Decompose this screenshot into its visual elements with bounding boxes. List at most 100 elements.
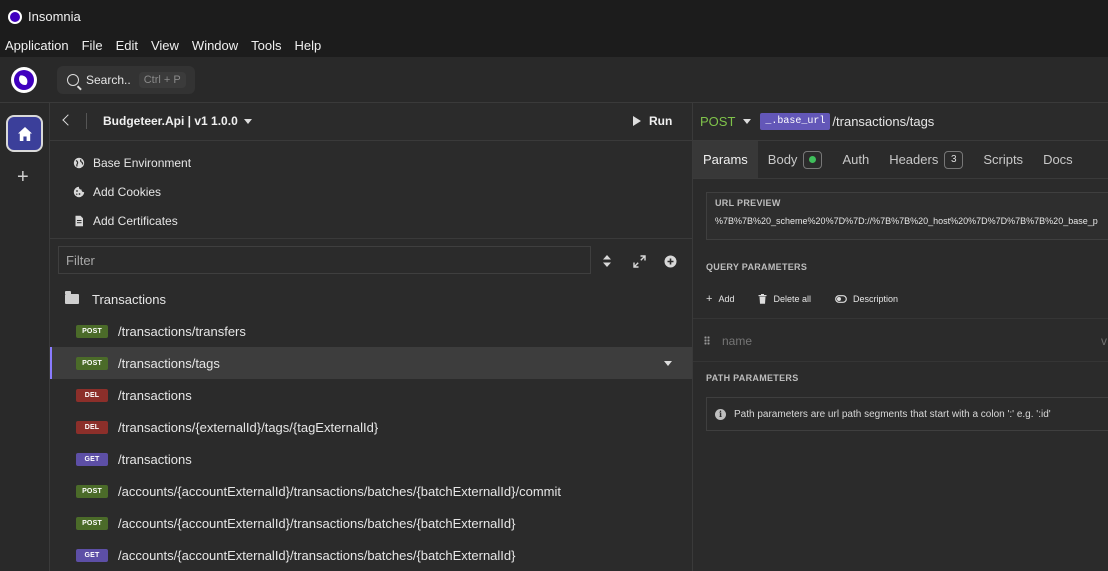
folder-transactions[interactable]: Transactions [50, 283, 692, 315]
tab-docs[interactable]: Docs [1033, 141, 1083, 178]
home-icon [17, 126, 32, 141]
folder-name: Transactions [92, 291, 166, 307]
request-panel: POST _.base_url /transactions/tags Param… [693, 103, 1108, 571]
method-badge: POST [76, 356, 108, 370]
sort-icon[interactable] [600, 254, 614, 268]
method-badge: POST [76, 516, 108, 530]
tab-body-label: Body [767, 152, 798, 167]
tab-body[interactable]: Body [758, 141, 833, 178]
query-params-label: QUERY PARAMETERS [706, 262, 808, 272]
search-shortcut: Ctrl + P [138, 72, 186, 88]
menu-view[interactable]: View [151, 38, 179, 53]
request-tree: Transactions POST /transactions/transfer… [50, 283, 692, 571]
home-button[interactable] [6, 115, 43, 152]
menu-edit[interactable]: Edit [116, 38, 138, 53]
param-name-input[interactable] [722, 334, 1022, 348]
cookie-icon [73, 186, 85, 198]
add-circle-icon[interactable] [663, 254, 677, 268]
request-item[interactable]: GET /accounts/{accountExternalId}/transa… [50, 539, 692, 571]
url-bar: POST _.base_url /transactions/tags [693, 103, 1108, 141]
drag-handle-icon[interactable] [704, 336, 710, 345]
tab-headers[interactable]: Headers 3 [879, 141, 973, 178]
search-button[interactable]: Search.. Ctrl + P [57, 66, 195, 94]
request-item[interactable]: DEL /transactions/{externalId}/tags/{tag… [50, 411, 692, 443]
base-environment-link[interactable]: Base Environment [50, 148, 692, 177]
tab-params[interactable]: Params [693, 141, 758, 178]
search-icon [67, 74, 79, 86]
divider [86, 113, 87, 129]
request-item[interactable]: POST /transactions/transfers [50, 315, 692, 347]
info-icon: i [715, 408, 726, 420]
sidebar-header: Budgeteer.Api | v1 1.0.0 Run [50, 103, 692, 141]
query-params-actions: + Add Delete all Description [706, 293, 922, 305]
url-preview-label: URL PREVIEW [715, 198, 781, 208]
request-item[interactable]: POST /accounts/{accountExternalId}/trans… [50, 507, 692, 539]
request-item-active[interactable]: POST /transactions/tags [50, 347, 692, 379]
param-value-input[interactable]: v [1101, 334, 1107, 348]
run-label: Run [649, 114, 673, 128]
chevron-down-icon[interactable] [664, 361, 672, 366]
filter-input[interactable] [58, 246, 591, 274]
url-preview-value: %7B%7B%20_scheme%20%7D%7D://%7B%7B%20_ho… [715, 216, 1098, 226]
menu-file[interactable]: File [82, 38, 103, 53]
plus-icon: + [706, 293, 713, 305]
description-label: Description [852, 294, 899, 304]
globe-icon [73, 157, 85, 169]
add-certificates-label: Add Certificates [93, 213, 178, 228]
add-param-button[interactable]: + Add [706, 293, 734, 305]
request-path: /transactions [118, 451, 192, 467]
filter-row [50, 239, 692, 283]
menu-application[interactable]: Application [5, 38, 69, 53]
url-preview: URL PREVIEW %7B%7B%20_scheme%20%7D%7D://… [706, 192, 1108, 240]
insomnia-logo-icon [8, 9, 22, 24]
window-title: Insomnia [28, 9, 81, 24]
method-badge: POST [76, 324, 108, 338]
insomnia-logo-icon[interactable] [11, 67, 37, 93]
description-toggle[interactable]: Description [835, 294, 898, 304]
tab-headers-label: Headers [889, 152, 939, 167]
body-status-badge [803, 150, 823, 169]
tab-scripts[interactable]: Scripts [973, 141, 1033, 178]
url-path[interactable]: /transactions/tags [832, 114, 934, 129]
run-button[interactable]: Run [633, 114, 672, 128]
add-certificates-link[interactable]: Add Certificates [50, 206, 692, 235]
search-placeholder: Search.. [86, 73, 131, 87]
request-path: /accounts/{accountExternalId}/transactio… [118, 515, 516, 531]
request-path: /accounts/{accountExternalId}/transactio… [118, 483, 561, 499]
project-selector[interactable]: Budgeteer.Api | v1 1.0.0 [103, 114, 252, 128]
delete-all-label: Delete all [773, 294, 811, 304]
trash-icon [758, 294, 767, 304]
certificate-icon [73, 215, 85, 227]
method-badge: DEL [76, 388, 108, 402]
headers-count-badge: 3 [944, 150, 964, 169]
method-badge: POST [76, 484, 108, 498]
base-environment-label: Base Environment [93, 155, 192, 170]
folder-icon [65, 291, 79, 304]
method-selector[interactable]: POST [700, 114, 735, 129]
chevron-down-icon[interactable] [743, 119, 752, 124]
menu-tools[interactable]: Tools [251, 38, 281, 53]
add-param-label: Add [718, 294, 735, 304]
menu-help[interactable]: Help [295, 38, 322, 53]
menu-window[interactable]: Window [192, 38, 238, 53]
delete-all-button[interactable]: Delete all [758, 294, 811, 304]
url-variable-tag[interactable]: _.base_url [760, 113, 831, 130]
sidebar: Budgeteer.Api | v1 1.0.0 Run Base Enviro… [50, 103, 693, 571]
method-badge: DEL [76, 420, 108, 434]
request-path: /transactions/{externalId}/tags/{tagExte… [118, 419, 379, 435]
add-icon[interactable]: + [17, 167, 29, 187]
request-tabs: Params Body Auth Headers 3 Scripts Docs [693, 141, 1108, 179]
request-path: /transactions/tags [118, 355, 220, 371]
path-params-label: PATH PARAMETERS [706, 373, 799, 383]
request-path: /transactions/transfers [118, 323, 246, 339]
request-item[interactable]: GET /transactions [50, 443, 692, 475]
expand-icon[interactable] [632, 254, 646, 268]
add-cookies-link[interactable]: Add Cookies [50, 177, 692, 206]
tab-auth[interactable]: Auth [832, 141, 879, 178]
request-path: /transactions [118, 387, 192, 403]
sidebar-links: Base Environment Add Cookies Add Certifi… [50, 141, 692, 239]
request-item[interactable]: POST /accounts/{accountExternalId}/trans… [50, 475, 692, 507]
top-toolbar: Search.. Ctrl + P [0, 57, 1108, 103]
request-item[interactable]: DEL /transactions [50, 379, 692, 411]
chevron-left-icon[interactable] [62, 114, 74, 126]
